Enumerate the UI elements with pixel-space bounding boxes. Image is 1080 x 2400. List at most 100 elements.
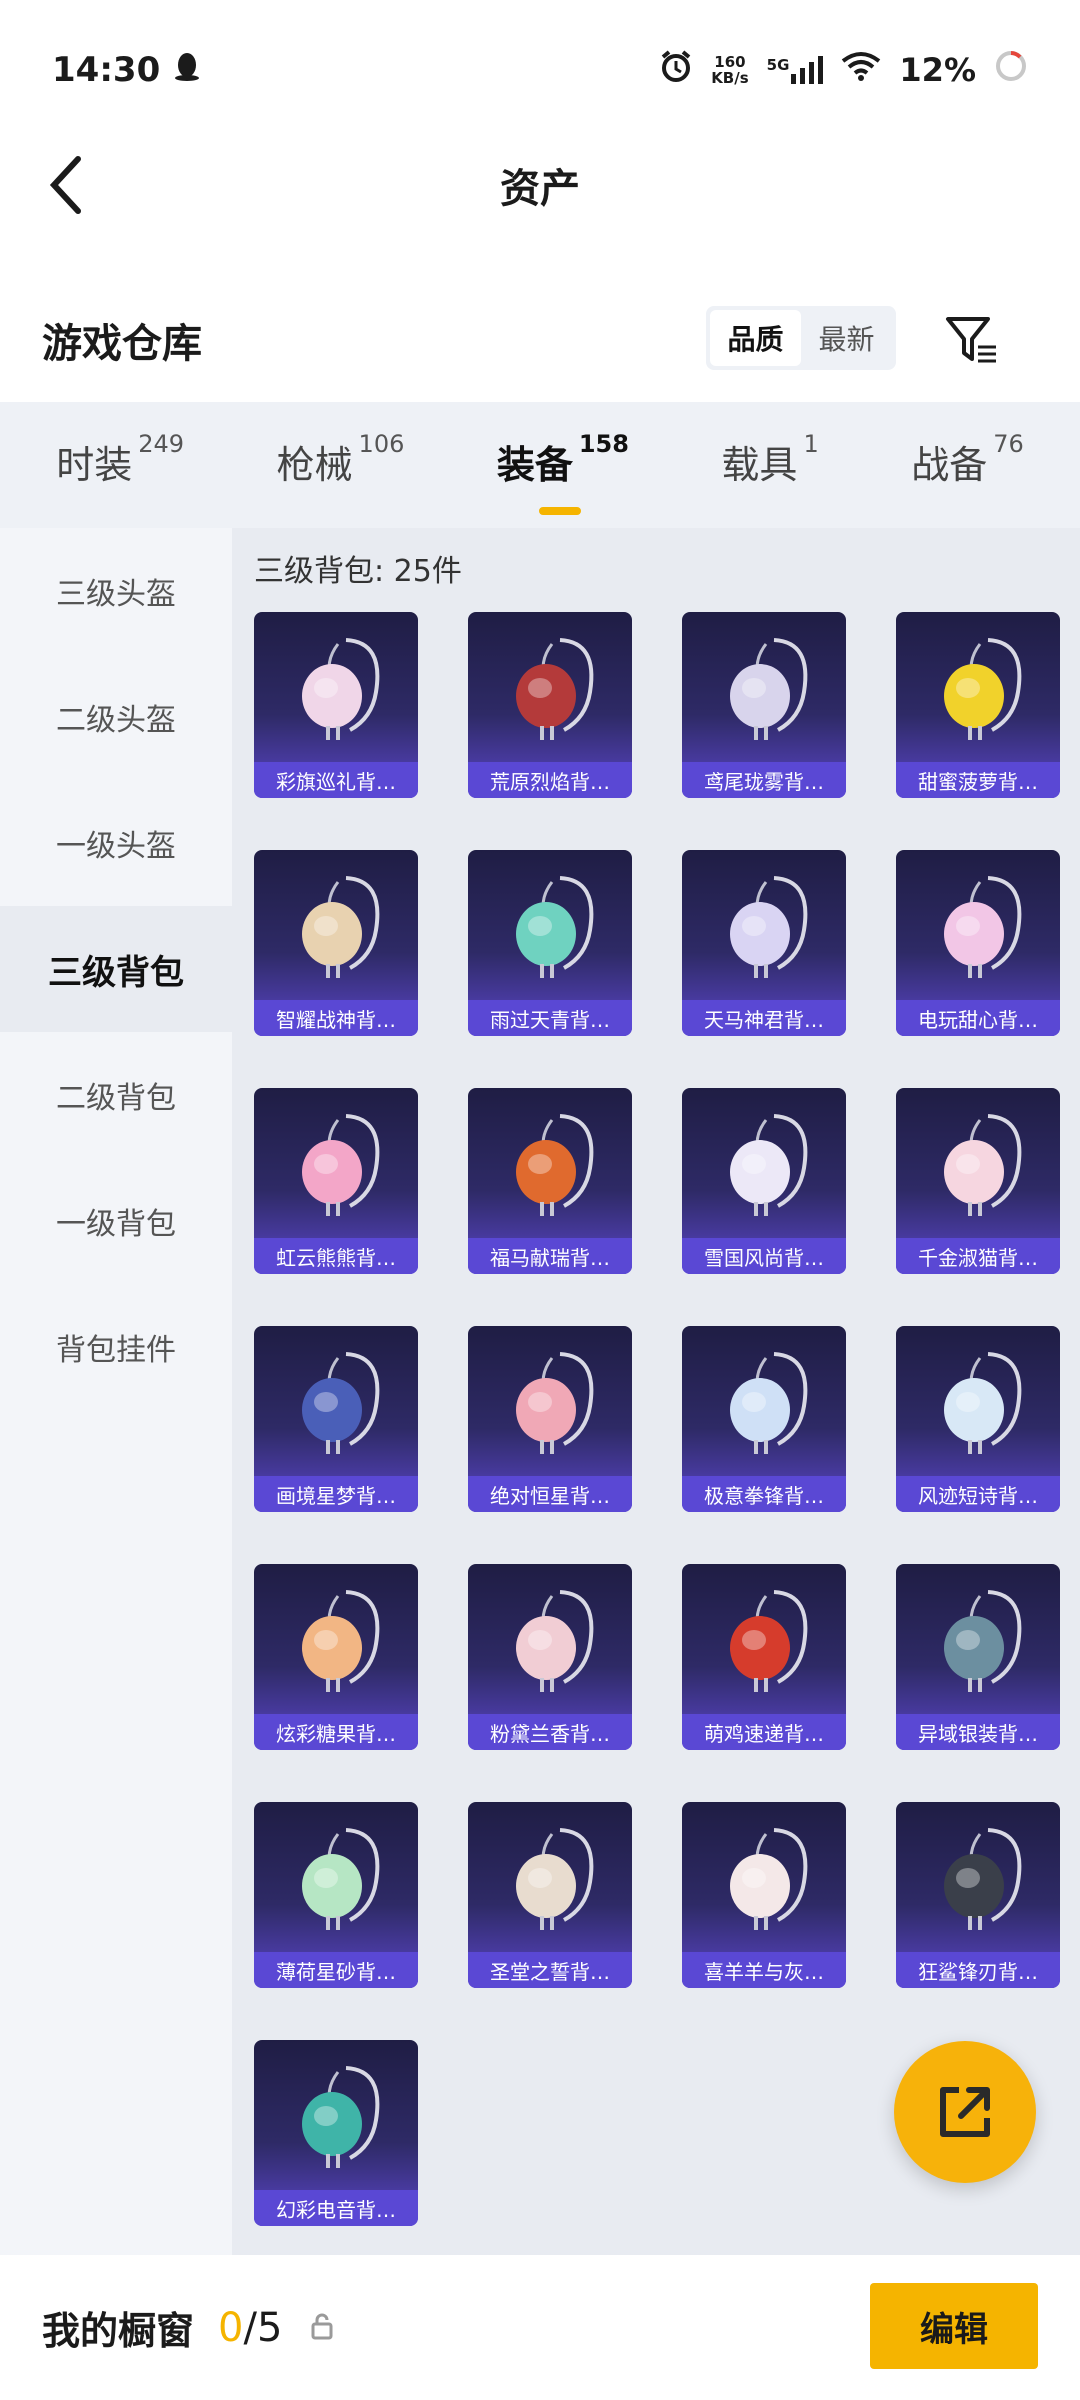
status-time: 14:30 [52, 50, 161, 90]
warehouse-header: 游戏仓库 品质 最新 [0, 290, 1080, 390]
backpack-art [468, 850, 632, 1000]
backpack-name: 彩旗巡礼背… [254, 762, 418, 798]
backpack-card[interactable]: 风迹短诗背… [896, 1326, 1060, 1512]
grid-title: 三级背包: 25件 [254, 554, 462, 589]
backpack-art [468, 1802, 632, 1952]
tab-firearms[interactable]: 枪械 106 [276, 430, 405, 497]
backpack-name: 薄荷星砂背… [254, 1952, 418, 1988]
backpack-card[interactable]: 千金淑猫背… [896, 1088, 1060, 1274]
tab-count: 1 [803, 429, 819, 458]
backpack-card[interactable]: 极意拳锋背… [682, 1326, 846, 1512]
backpack-name: 甜蜜菠萝背… [896, 762, 1060, 798]
backpack-card[interactable]: 电玩甜心背… [896, 850, 1060, 1036]
backpack-card[interactable]: 异域银装背… [896, 1564, 1060, 1750]
backpack-card[interactable]: 薄荷星砂背… [254, 1802, 418, 1988]
backpack-card[interactable]: 甜蜜菠萝背… [896, 612, 1060, 798]
backpack-card[interactable]: 幻彩电音背… [254, 2040, 418, 2226]
backpack-art [896, 1088, 1060, 1238]
backpack-card[interactable]: 雪国风尚背… [682, 1088, 846, 1274]
backpack-name: 智耀战神背… [254, 1000, 418, 1036]
category-tabs: 时装 249 枪械 106 装备 158 载具 1 战备 76 [0, 402, 1080, 528]
backpack-card[interactable]: 智耀战神背… [254, 850, 418, 1036]
page-title: 资产 [500, 166, 580, 212]
backpack-art [682, 1802, 846, 1952]
battery-ring-icon [994, 49, 1028, 91]
backpack-name: 虹云熊熊背… [254, 1238, 418, 1274]
edit-button[interactable]: 编辑 [870, 2283, 1038, 2369]
backpack-name: 圣堂之誓背… [468, 1952, 632, 1988]
tab-count: 76 [993, 429, 1024, 458]
backpack-art [254, 1326, 418, 1476]
net-speed-unit: KB/s [711, 69, 749, 87]
tab-label: 装备 [496, 442, 573, 487]
backpack-art [682, 1326, 846, 1476]
showcase-total: 5 [256, 2304, 283, 2351]
sort-latest-button[interactable]: 最新 [801, 310, 892, 366]
status-left: 14:30 [52, 50, 200, 90]
sidebar-item-backpack-lv3[interactable]: 三级背包 [0, 906, 232, 1032]
backpack-card[interactable]: 萌鸡速递背… [682, 1564, 846, 1750]
back-button[interactable] [36, 150, 96, 220]
sort-quality-button[interactable]: 品质 [710, 310, 801, 366]
tab-tactical[interactable]: 战备 76 [911, 430, 1024, 497]
backpack-name: 雪国风尚背… [682, 1238, 846, 1274]
sidebar-item-helmet-lv3[interactable]: 三级头盔 [0, 528, 232, 654]
backpack-art [254, 850, 418, 1000]
backpack-card[interactable]: 画境星梦背… [254, 1326, 418, 1512]
backpack-name: 绝对恒星背… [468, 1476, 632, 1512]
tab-label: 时装 [56, 442, 133, 487]
sidebar-item-backpack-charm[interactable]: 背包挂件 [0, 1284, 232, 1410]
net-speed-value: 160 [714, 53, 746, 71]
active-tab-indicator [538, 506, 581, 515]
wifi-icon [841, 51, 881, 89]
backpack-card[interactable]: 鸢尾珑雾背… [682, 612, 846, 798]
showcase-current: 0 [218, 2304, 244, 2351]
tab-fashion[interactable]: 时装 249 [56, 430, 184, 497]
backpack-card[interactable]: 天马神君背… [682, 850, 846, 1036]
showcase-title: 我的橱窗 [42, 2309, 195, 2353]
tab-label: 战备 [911, 442, 988, 487]
qq-penguin-icon [174, 50, 200, 90]
sidebar-item-backpack-lv2[interactable]: 二级背包 [0, 1032, 232, 1158]
backpack-card[interactable]: 圣堂之誓背… [468, 1802, 632, 1988]
backpack-card[interactable]: 荒原烈焰背… [468, 612, 632, 798]
backpack-card[interactable]: 炫彩糖果背… [254, 1564, 418, 1750]
tab-count: 158 [578, 429, 629, 458]
sidebar-item-helmet-lv1[interactable]: 一级头盔 [0, 780, 232, 906]
battery-text: 12% [899, 51, 976, 89]
backpack-card[interactable]: 彩旗巡礼背… [254, 612, 418, 798]
backpack-name: 千金淑猫背… [896, 1238, 1060, 1274]
backpack-card[interactable]: 绝对恒星背… [468, 1326, 632, 1512]
backpack-name: 风迹短诗背… [896, 1476, 1060, 1512]
sidebar-item-helmet-lv2[interactable]: 二级头盔 [0, 654, 232, 780]
backpack-name: 萌鸡速递背… [682, 1714, 846, 1750]
share-button[interactable] [894, 2041, 1036, 2183]
share-icon [940, 2087, 990, 2137]
sidebar-item-backpack-lv1[interactable]: 一级背包 [0, 1158, 232, 1284]
backpack-name: 荒原烈焰背… [468, 762, 632, 798]
backpack-art [468, 1564, 632, 1714]
sidebar: 三级头盔 二级头盔 一级头盔 三级背包 二级背包 一级背包 背包挂件 [0, 528, 232, 2255]
filter-button[interactable] [940, 308, 1004, 372]
backpack-name: 异域银装背… [896, 1714, 1060, 1750]
backpack-art [254, 2040, 418, 2190]
network-type: 5G [766, 56, 790, 74]
tab-vehicles[interactable]: 载具 1 [721, 430, 818, 497]
backpack-name: 电玩甜心背… [896, 1000, 1060, 1036]
tab-label: 枪械 [276, 442, 353, 487]
backpack-name: 雨过天青背… [468, 1000, 632, 1036]
backpack-card[interactable]: 福马献瑞背… [468, 1088, 632, 1274]
backpack-name: 福马献瑞背… [468, 1238, 632, 1274]
backpack-card[interactable]: 雨过天青背… [468, 850, 632, 1036]
backpack-card[interactable]: 狂鲨锋刃背… [896, 1802, 1060, 1988]
backpack-art [254, 1088, 418, 1238]
backpack-card[interactable]: 粉黛兰香背… [468, 1564, 632, 1750]
backpack-art [896, 1326, 1060, 1476]
item-grid: 三级背包: 25件 彩旗巡礼背… 荒原烈焰背… 鸢尾珑雾背… 甜蜜菠萝背… 智耀战神背…… [232, 528, 1080, 2255]
backpack-name: 狂鲨锋刃背… [896, 1952, 1060, 1988]
backpack-card[interactable]: 喜羊羊与灰… [682, 1802, 846, 1988]
sort-toggle: 品质 最新 [706, 306, 896, 370]
backpack-card[interactable]: 虹云熊熊背… [254, 1088, 418, 1274]
tab-equipment[interactable]: 装备 158 [496, 430, 629, 515]
lock-icon [310, 2312, 334, 2344]
